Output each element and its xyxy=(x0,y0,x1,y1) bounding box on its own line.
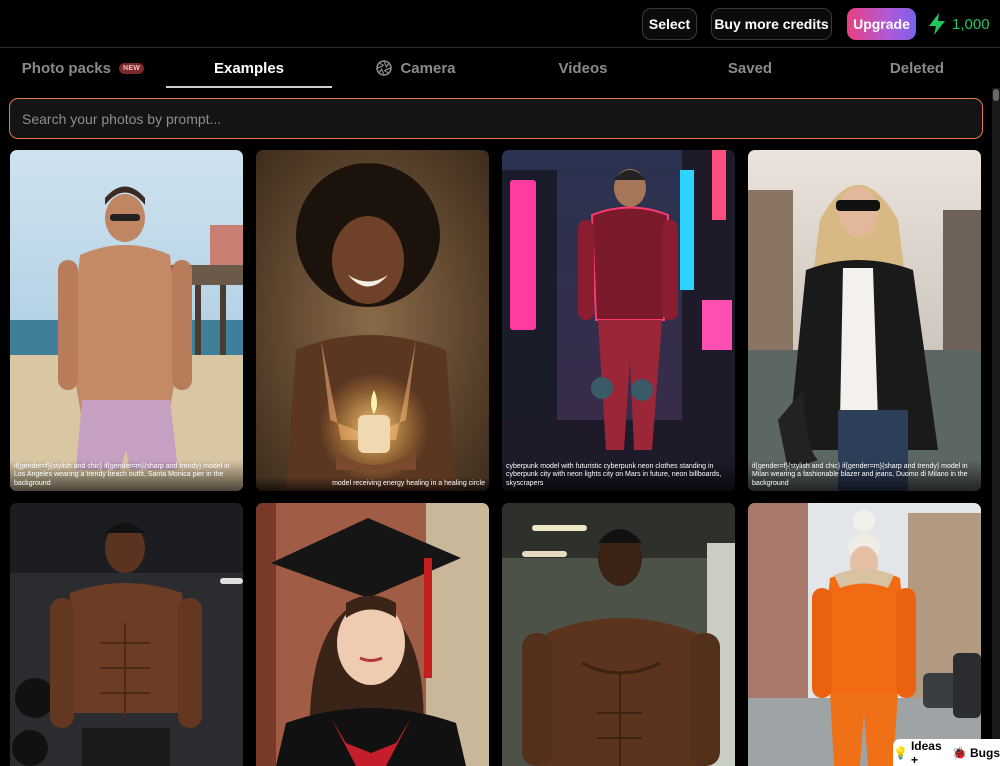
search-input[interactable] xyxy=(9,98,983,139)
tab-examples[interactable]: Examples xyxy=(166,48,332,88)
photo-card[interactable]: cyberpunk model with futuristic cyberpun… xyxy=(502,150,735,491)
credits-balance: 1,000 xyxy=(928,12,990,36)
tab-label: Saved xyxy=(727,59,773,77)
photo-caption: if{gender=f}{stylish and chic} if{gender… xyxy=(10,459,243,491)
feedback-label-bugs: Bugs xyxy=(970,745,1000,760)
beach-man-photo xyxy=(10,150,243,491)
photo-card[interactable] xyxy=(502,503,735,766)
tab-photo-packs[interactable]: Photo packs NEW xyxy=(0,48,166,88)
tab-bar: Photo packs NEW Examples Camera Videos S… xyxy=(0,48,1000,88)
tab-deleted[interactable]: Deleted xyxy=(834,48,1000,88)
tab-label: Examples xyxy=(213,59,285,77)
credits-count: 1,000 xyxy=(952,15,990,33)
scrollbar-track[interactable] xyxy=(992,88,1000,766)
bug-icon: 🐞 xyxy=(952,745,967,760)
tab-label: Videos xyxy=(558,59,608,77)
milan-woman-photo xyxy=(748,150,981,491)
new-badge: NEW xyxy=(118,62,145,74)
feedback-button[interactable]: 💡 Ideas + 🐞 Bugs xyxy=(893,739,1000,766)
photo-card[interactable]: if{gender=f}{stylish and chic} if{gender… xyxy=(748,150,981,491)
photo-card[interactable] xyxy=(748,503,981,766)
lightning-bolt-icon xyxy=(929,13,945,35)
photo-card[interactable] xyxy=(10,503,243,766)
gym-man-photo xyxy=(10,503,243,766)
scrollbar-thumb[interactable] xyxy=(993,89,999,101)
muscular-man-photo xyxy=(502,503,735,766)
candle-woman-photo xyxy=(256,150,489,491)
tab-saved[interactable]: Saved xyxy=(667,48,833,88)
upgrade-button[interactable]: Upgrade xyxy=(847,8,916,40)
photo-caption: if{gender=f}{stylish and chic} if{gender… xyxy=(748,459,981,491)
photo-caption: cyberpunk model with futuristic cyberpun… xyxy=(502,459,735,491)
photo-caption: model receiving energy healing in a heal… xyxy=(256,476,489,491)
lightbulb-icon: 💡 xyxy=(893,745,908,760)
tab-label: Camera xyxy=(400,59,456,77)
photo-card[interactable]: if{gender=f}{stylish and chic} if{gender… xyxy=(10,150,243,491)
tab-camera[interactable]: Camera xyxy=(333,48,499,88)
winter-jacket-woman-photo xyxy=(748,503,981,766)
aperture-icon xyxy=(376,60,393,76)
graduate-woman-photo xyxy=(256,503,489,766)
feedback-label-ideas: Ideas + xyxy=(910,738,942,766)
cyberpunk-man-photo xyxy=(502,150,735,491)
photo-card[interactable] xyxy=(256,503,489,766)
buy-credits-button[interactable]: Buy more credits xyxy=(711,8,832,40)
tab-videos[interactable]: Videos xyxy=(500,48,666,88)
select-button[interactable]: Select xyxy=(642,8,697,40)
photo-card[interactable]: model receiving energy healing in a heal… xyxy=(256,150,489,491)
tab-label: Photo packs xyxy=(21,59,111,77)
top-bar: Select Buy more credits Upgrade 1,000 xyxy=(0,0,1000,48)
tab-label: Deleted xyxy=(889,59,945,77)
